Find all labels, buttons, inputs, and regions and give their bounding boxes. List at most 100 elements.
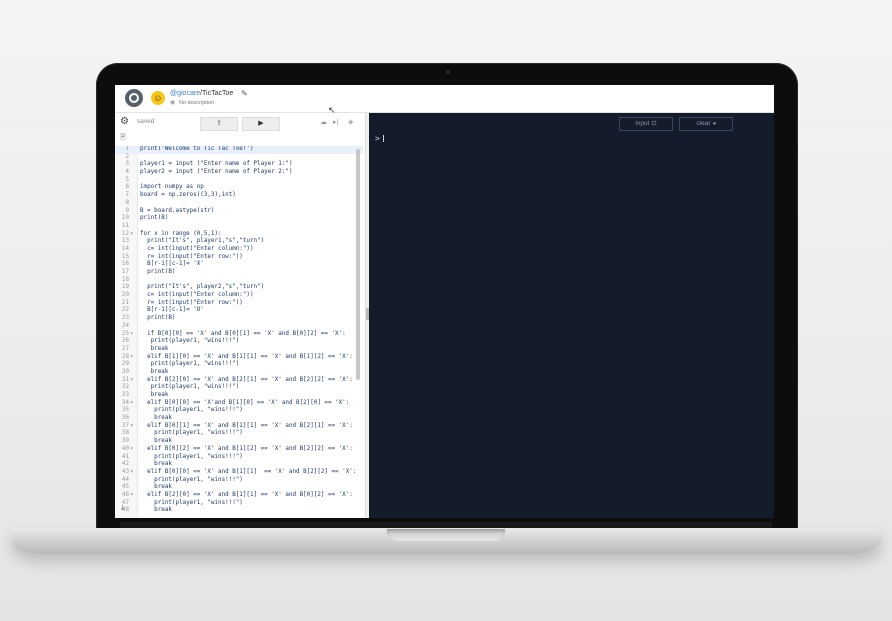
code-line[interactable]: 3 player1 = input ("Enter name of Player …	[115, 161, 363, 169]
code-line[interactable]: 47 print(player1, "wins!!!")	[115, 500, 363, 508]
code-text[interactable]: elif B[2][0] == 'X' and B[1][1] == 'X' a…	[140, 492, 353, 500]
code-text[interactable]: elif B[1][0] == 'X' and B[1][1] == 'X' a…	[140, 354, 353, 362]
code-line[interactable]: 31 ▾ elif B[2][0] == 'X' and B[2][1] == '…	[115, 377, 363, 385]
code-line[interactable]: 6 import numpy as np	[115, 184, 363, 192]
code-text[interactable]: B = board.astype(str)	[140, 208, 214, 216]
code-text[interactable]: print(player1, "wins!!!")	[140, 407, 243, 415]
code-line[interactable]: 13 print("It's", player1,"s","turn")	[115, 238, 363, 246]
download-icon[interactable]: ⤓	[121, 504, 124, 512]
code-text[interactable]: print("It's", player1,"s","turn")	[140, 238, 264, 246]
code-line[interactable]: 14 c= int(input("Enter column:"))	[115, 246, 363, 254]
fold-arrow-icon[interactable]: ▾	[130, 423, 134, 431]
gear-icon[interactable]: ⚙	[120, 116, 129, 128]
code-text[interactable]: board = np.zeros((3,3),int)	[140, 192, 236, 200]
run-button[interactable]: ▶	[242, 117, 280, 131]
package-icon[interactable]: ◈	[348, 118, 353, 126]
edit-pencil-icon[interactable]: ✎	[241, 89, 248, 98]
code-text[interactable]: print(player1, "wins!!!")	[140, 338, 240, 346]
code-text[interactable]: print(player1, "wins!!!")	[140, 430, 243, 438]
step-icon[interactable]: ▸|	[333, 118, 338, 126]
code-text[interactable]: elif B[0][1] == 'X' and B[1][1] == 'X' a…	[140, 423, 353, 431]
code-line[interactable]: 12 ▾ for x in range (0,5,1):	[115, 231, 363, 239]
code-line[interactable]: 27 break	[115, 346, 363, 354]
code-line[interactable]: 19 print("It's", player2,"s","turn")	[115, 284, 363, 292]
code-text[interactable]: if B[0][0] == 'X' and B[0][1] == 'X' and…	[140, 331, 346, 339]
code-line[interactable]: 34 ▾ elif B[0][0] == 'X'and B[1][0] == 'X…	[115, 400, 363, 408]
fold-arrow-icon[interactable]: ▾	[130, 377, 134, 385]
repo-name[interactable]: TicTacToe	[202, 90, 233, 97]
code-line[interactable]: 29 print(player1, "wins!!!")	[115, 361, 363, 369]
code-line[interactable]: 25 ▾ if B[0][0] == 'X' and B[0][1] == 'X'…	[115, 331, 363, 339]
code-line[interactable]: 37 ▾ elif B[0][1] == 'X' and B[1][1] == '…	[115, 423, 363, 431]
code-line[interactable]: 40 ▾ elif B[0][2] == 'X' and B[1][2] == '…	[115, 446, 363, 454]
code-line[interactable]: 42 break	[115, 461, 363, 469]
code-text[interactable]: import numpy as np	[140, 184, 204, 192]
code-text[interactable]: break	[140, 438, 172, 446]
code-line[interactable]: 26 print(player1, "wins!!!")	[115, 338, 363, 346]
code-text[interactable]: break	[140, 369, 169, 377]
code-line[interactable]: 39 break	[115, 438, 363, 446]
file-lock-icon[interactable]: 🗎	[120, 133, 126, 144]
code-text[interactable]: break	[140, 392, 169, 400]
code-line[interactable]: 4 player2 = input ("Enter name of Player …	[115, 169, 363, 177]
code-text[interactable]: print('Welcome to Tic Tac Toe!')	[140, 146, 254, 154]
code-line[interactable]: 38 print(player1, "wins!!!")	[115, 430, 363, 438]
code-line[interactable]: 11	[115, 223, 363, 231]
code-line[interactable]: 9 B = board.astype(str)	[115, 208, 363, 216]
fold-arrow-icon[interactable]: ▾	[130, 331, 134, 339]
code-text[interactable]: print(player1, "wins!!!")	[140, 454, 243, 462]
code-line[interactable]: 22 B[r-1][c-1]= 'O'	[115, 307, 363, 315]
code-text[interactable]: B[r-1][c-1]= 'X'	[140, 261, 204, 269]
fold-arrow-icon[interactable]: ▾	[130, 469, 134, 477]
code-line[interactable]: 41 print(player1, "wins!!!")	[115, 454, 363, 462]
code-line[interactable]: 2	[115, 154, 363, 162]
code-text[interactable]: elif B[0][0] == 'X'and B[1][0] == 'X' an…	[140, 400, 349, 408]
code-line[interactable]: 30 break	[115, 369, 363, 377]
code-text[interactable]: r= int(input("Enter row:"))	[140, 300, 243, 308]
code-text[interactable]: player2 = input ("Enter name of Player 2…	[140, 169, 293, 177]
code-text[interactable]: player1 = input ("Enter name of Player 1…	[140, 161, 293, 169]
code-text[interactable]: elif B[0][0] == 'X' and B[1][1] == 'X' a…	[140, 469, 356, 477]
code-editor[interactable]: 1 print('Welcome to Tic Tac Toe!') 2 3 playe…	[115, 146, 363, 514]
clear-button[interactable]: clear ◂	[679, 117, 733, 131]
code-text[interactable]: print(B)	[140, 215, 168, 223]
code-text[interactable]: break	[140, 346, 169, 354]
fold-arrow-icon[interactable]: ▾	[130, 354, 134, 362]
code-line[interactable]: 24	[115, 323, 363, 331]
code-text[interactable]: c= int(input("Enter column:"))	[140, 292, 253, 300]
code-line[interactable]: 17 print(B)	[115, 269, 363, 277]
fold-arrow-icon[interactable]: ▾	[130, 446, 134, 454]
code-line[interactable]: 33 break	[115, 392, 363, 400]
code-line[interactable]: 48 break	[115, 507, 363, 514]
share-button[interactable]: ⇪	[200, 117, 238, 131]
fold-arrow-icon[interactable]: ▾	[130, 492, 134, 500]
fold-arrow-icon[interactable]: ▾	[130, 400, 134, 408]
repo-title[interactable]: @giocare/TicTacToe	[170, 90, 233, 97]
code-line[interactable]: 20 c= int(input("Enter column:"))	[115, 292, 363, 300]
code-text[interactable]: r= int(input("Enter row:"))	[140, 254, 243, 262]
repl-logo-icon[interactable]	[125, 89, 143, 107]
code-text[interactable]: print(player1, "wins!!!")	[140, 384, 240, 392]
code-text[interactable]: print(player1, "wins!!!")	[140, 500, 243, 508]
code-text[interactable]: for x in range (0,5,1):	[140, 231, 222, 239]
code-text[interactable]: c= int(input("Enter column:"))	[140, 246, 253, 254]
code-line[interactable]: 7 board = np.zeros((3,3),int)	[115, 192, 363, 200]
code-line[interactable]: 16 B[r-1][c-1]= 'X'	[115, 261, 363, 269]
code-line[interactable]: 28 ▾ elif B[1][0] == 'X' and B[1][1] == '…	[115, 354, 363, 362]
code-text[interactable]: print(B)	[140, 315, 175, 323]
code-text[interactable]: break	[140, 415, 172, 423]
code-text[interactable]: print(player1, "wins!!!")	[140, 477, 243, 485]
code-text[interactable]: B[r-1][c-1]= 'O'	[140, 307, 204, 315]
cloud-icon[interactable]: ☁	[320, 118, 327, 126]
code-line[interactable]: 35 print(player1, "wins!!!")	[115, 407, 363, 415]
code-text[interactable]: break	[140, 507, 172, 514]
code-line[interactable]: 5	[115, 177, 363, 185]
repo-user[interactable]: @giocare	[170, 90, 200, 97]
code-line[interactable]: 21 r= int(input("Enter row:"))	[115, 300, 363, 308]
code-text[interactable]: print(B)	[140, 269, 175, 277]
code-line[interactable]: 43 ▾ elif B[0][0] == 'X' and B[1][1] == '…	[115, 469, 363, 477]
code-line[interactable]: 36 break	[115, 415, 363, 423]
code-line[interactable]: 44 print(player1, "wins!!!")	[115, 477, 363, 485]
editor-scrollbar[interactable]	[356, 149, 360, 380]
avatar[interactable]: ☺	[151, 91, 165, 105]
